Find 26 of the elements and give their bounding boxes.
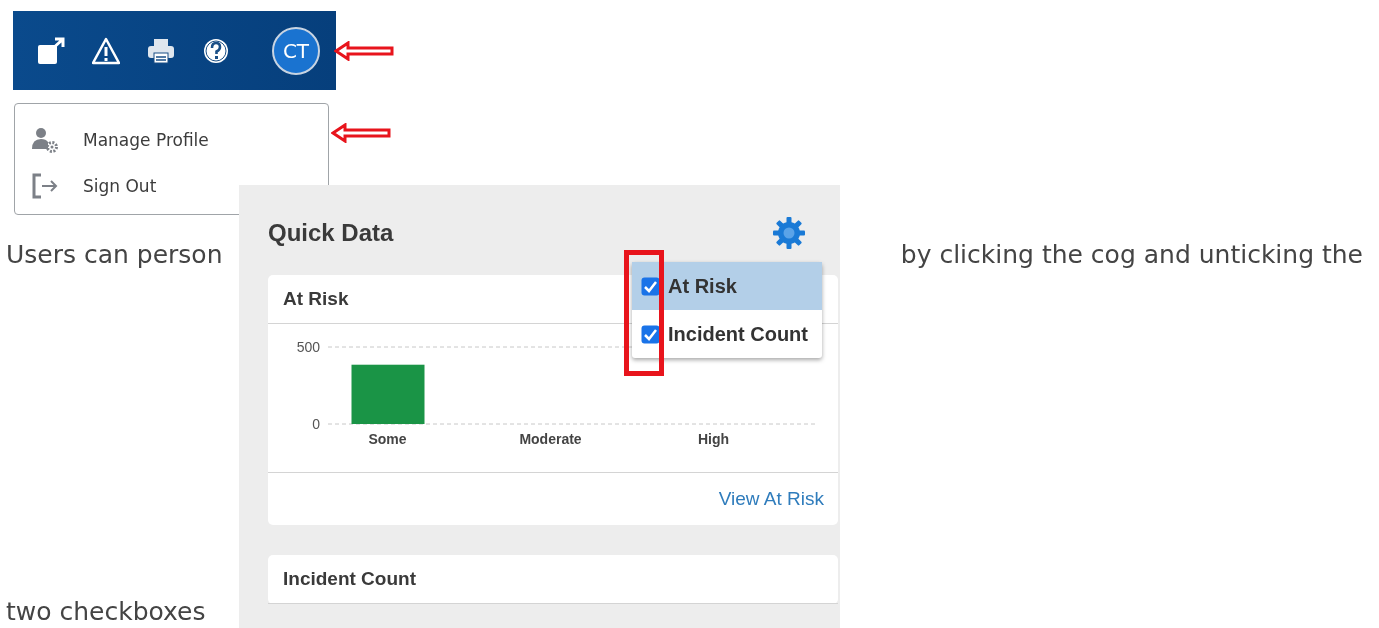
user-gear-icon	[32, 127, 58, 153]
view-link[interactable]: View At Risk	[718, 488, 824, 510]
menu-item[interactable]: Manage Profile	[32, 117, 209, 163]
axis-label: 0	[312, 416, 320, 432]
axis-label: Moderate	[519, 431, 582, 447]
sign-out-icon	[32, 173, 58, 199]
paragraph-text: Users can person	[6, 239, 223, 271]
paragraph-text: by clicking the cog and unticking the	[900, 239, 1363, 271]
paragraph-text: two checkboxes	[6, 597, 206, 626]
card-title: Incident Count	[268, 555, 838, 604]
warning-icon[interactable]	[92, 36, 120, 65]
checkbox[interactable]	[641, 324, 660, 344]
avatar-button[interactable]: CT	[272, 26, 320, 75]
menu-item[interactable]: Sign Out	[32, 163, 157, 209]
help-icon[interactable]	[202, 36, 230, 65]
settings-icon[interactable]	[772, 216, 806, 250]
checkbox[interactable]	[641, 276, 660, 296]
axis-label: 500	[296, 339, 320, 355]
pointer-arrow-icon	[334, 40, 394, 61]
pointer-arrow-icon	[331, 123, 391, 143]
axis-label: High	[697, 431, 730, 447]
printer-icon[interactable]	[147, 36, 175, 65]
panel-title: Quick Data	[268, 219, 394, 247]
option-item[interactable]: At Risk	[632, 262, 822, 310]
external-link-icon[interactable]	[37, 36, 65, 65]
axis-label: Some	[368, 431, 407, 447]
